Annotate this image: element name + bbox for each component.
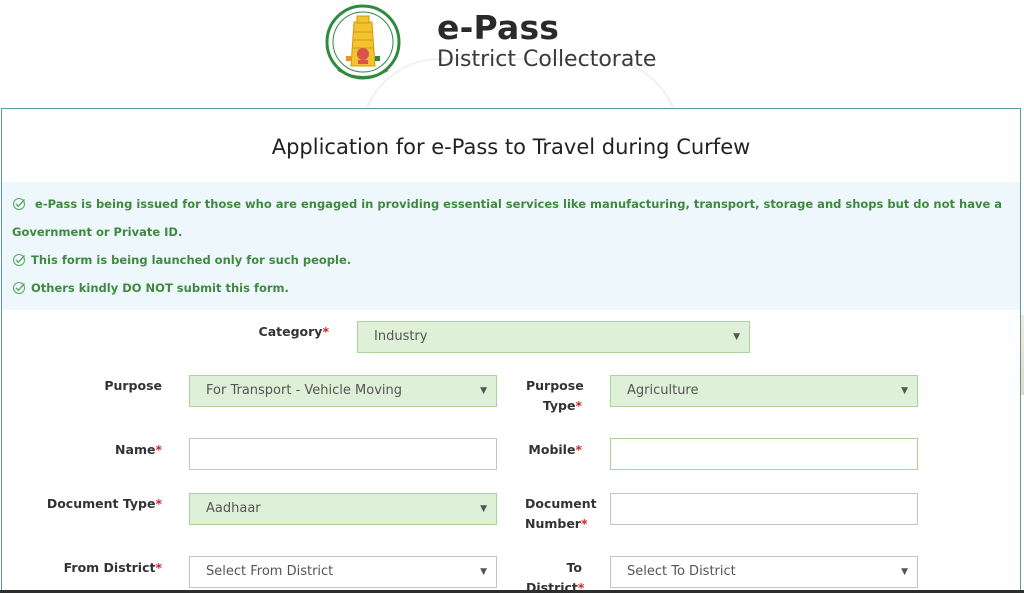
document-number-label: Document Number* xyxy=(525,494,605,534)
category-select[interactable]: Industry ▼ xyxy=(357,321,750,353)
purpose-type-label-line2-wrap: Type* xyxy=(502,396,582,416)
required-marker: * xyxy=(575,398,582,413)
from-district-label-text: From District xyxy=(63,560,156,575)
document-number-label-line2-wrap: Number* xyxy=(525,514,605,534)
check-circle-icon xyxy=(13,282,25,294)
required-marker: * xyxy=(155,496,162,511)
document-number-input[interactable] xyxy=(610,493,918,525)
notice-box: e-Pass is being issued for those who are… xyxy=(2,182,1020,310)
notice-item: e-Pass is being issued for those who are… xyxy=(12,190,1010,246)
name-input[interactable] xyxy=(189,438,497,470)
from-district-label: From District* xyxy=(22,558,162,578)
purpose-label-text: Purpose xyxy=(104,378,162,393)
required-marker: * xyxy=(155,560,162,575)
required-marker: * xyxy=(575,442,582,457)
document-type-value: Aadhaar xyxy=(206,501,261,516)
to-district-label-line1: To xyxy=(566,560,582,575)
chevron-down-icon: ▼ xyxy=(480,567,487,577)
purpose-type-label-line1: Purpose xyxy=(526,378,584,393)
notice-text: Others kindly DO NOT submit this form. xyxy=(31,281,289,295)
purpose-type-label-line2: Type xyxy=(542,398,576,413)
required-marker: * xyxy=(580,516,588,531)
category-value: Industry xyxy=(374,329,428,344)
name-label-text: Name xyxy=(115,442,156,457)
app-subtitle: District Collectorate xyxy=(437,47,657,72)
to-district-label: To District* xyxy=(522,558,584,593)
from-district-value: Select From District xyxy=(206,564,334,579)
purpose-label: Purpose xyxy=(42,376,162,396)
form-title: Application for e-Pass to Travel during … xyxy=(271,135,751,159)
document-type-label-text: Document Type xyxy=(46,496,156,511)
to-district-value: Select To District xyxy=(627,564,736,579)
to-district-select[interactable]: Select To District ▼ xyxy=(610,556,918,588)
purpose-type-label: Purpose Type* xyxy=(502,376,584,416)
mobile-label-text: Mobile xyxy=(528,442,576,457)
site-header: e-Pass District Collectorate xyxy=(0,0,1024,138)
chevron-down-icon: ▼ xyxy=(901,567,908,577)
purpose-type-value: Agriculture xyxy=(627,383,699,398)
application-form-panel: Application for e-Pass to Travel during … xyxy=(1,108,1021,593)
chevron-down-icon: ▼ xyxy=(480,386,487,396)
category-label-text: Category xyxy=(258,324,323,339)
check-circle-icon xyxy=(13,254,25,266)
name-label: Name* xyxy=(42,440,162,460)
app-title: e-Pass xyxy=(437,8,560,47)
notice-text: This form is being launched only for suc… xyxy=(31,253,352,267)
document-type-label: Document Type* xyxy=(22,494,162,514)
chevron-down-icon: ▼ xyxy=(901,386,908,396)
mobile-label: Mobile* xyxy=(502,440,582,460)
purpose-select[interactable]: For Transport - Vehicle Moving ▼ xyxy=(189,375,497,407)
category-label: Category* xyxy=(202,322,329,342)
document-number-label-line1: Document xyxy=(525,496,597,511)
mobile-input[interactable] xyxy=(610,438,918,470)
from-district-select[interactable]: Select From District ▼ xyxy=(189,556,497,588)
purpose-value: For Transport - Vehicle Moving xyxy=(206,383,402,398)
required-marker: * xyxy=(322,324,329,339)
notice-item: This form is being launched only for suc… xyxy=(12,246,1010,274)
chevron-down-icon: ▼ xyxy=(480,504,487,514)
notice-item: Others kindly DO NOT submit this form. xyxy=(12,274,1010,302)
chevron-down-icon: ▼ xyxy=(733,332,740,342)
required-marker: * xyxy=(155,442,162,457)
purpose-type-select[interactable]: Agriculture ▼ xyxy=(610,375,918,407)
check-circle-icon xyxy=(13,198,25,210)
document-type-select[interactable]: Aadhaar ▼ xyxy=(189,493,497,525)
tamil-nadu-emblem-icon xyxy=(325,4,401,80)
notice-text: e-Pass is being issued for those who are… xyxy=(12,197,1003,239)
document-number-label-line2: Number xyxy=(525,516,581,531)
